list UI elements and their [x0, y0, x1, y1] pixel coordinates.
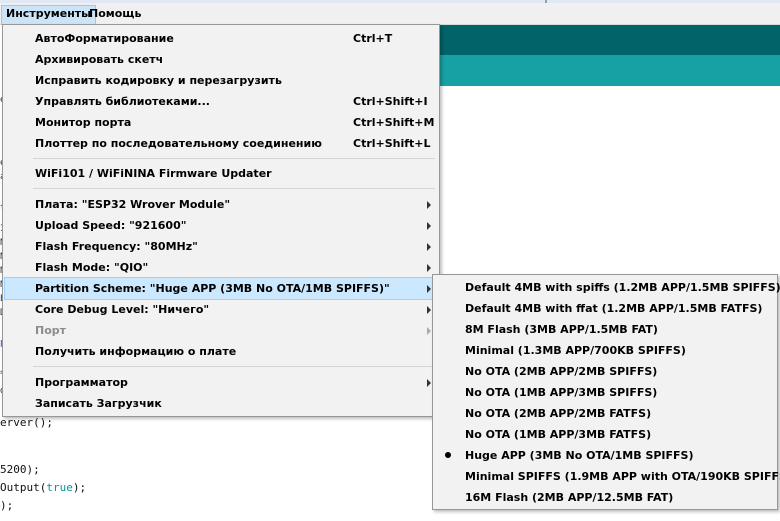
- partition-option-label: No OTA (2MB APP/2MB SPIFFS): [465, 365, 658, 378]
- menu-item-core-debug-level[interactable]: Core Debug Level: "Ничего": [5, 299, 437, 320]
- submenu-arrow-icon: [427, 285, 431, 293]
- menu-item-label: Порт: [35, 324, 67, 337]
- submenu-arrow-icon: [427, 243, 431, 251]
- menu-item-label: Монитор порта: [35, 116, 132, 129]
- menu-separator: [33, 366, 435, 367]
- menu-item-label: Плата: "ESP32 Wrover Module": [35, 198, 231, 211]
- menu-bar: Инструменты Помощь: [0, 0, 780, 25]
- title-edge-mark: [545, 0, 547, 3]
- code-line: 5200);: [0, 463, 40, 476]
- menu-separator: [33, 188, 435, 189]
- menu-item-label: Получить информацию о плате: [35, 345, 237, 358]
- partition-option[interactable]: 8M Flash (3MB APP/1.5MB FAT): [435, 319, 775, 340]
- menu-item-label: Core Debug Level: "Ничего": [35, 303, 210, 316]
- menu-item-serial-monitor[interactable]: Монитор порта Ctrl+Shift+M: [5, 112, 437, 133]
- menu-item-board[interactable]: Плата: "ESP32 Wrover Module": [5, 194, 437, 215]
- menu-item-label: Программатор: [35, 376, 128, 389]
- partition-option[interactable]: Minimal (1.3MB APP/700KB SPIFFS): [435, 340, 775, 361]
- code-line: erver();: [0, 416, 53, 429]
- menu-item-label: Flash Frequency: "80MHz": [35, 240, 198, 253]
- partition-option-label: Minimal SPIFFS (1.9MB APP with OTA/190KB…: [465, 470, 780, 483]
- partition-option-label: 16M Flash (2MB APP/12.5MB FAT): [465, 491, 674, 504]
- menu-item-shortcut: Ctrl+Shift+I: [353, 95, 428, 108]
- partition-option-label: 8M Flash (3MB APP/1.5MB FAT): [465, 323, 658, 336]
- menu-item-autoformat[interactable]: АвтоФорматирование Ctrl+T: [5, 28, 437, 49]
- menu-item-shortcut: Ctrl+Shift+M: [353, 116, 435, 129]
- menu-item-flash-mode[interactable]: Flash Mode: "QIO": [5, 257, 437, 278]
- menu-item-shortcut: Ctrl+T: [353, 32, 393, 45]
- menu-item-label: Плоттер по последовательному соединению: [35, 137, 322, 150]
- code-text: Output(: [0, 481, 47, 494]
- menu-item-archive-sketch[interactable]: Архивировать скетч: [5, 49, 437, 70]
- submenu-arrow-icon: [427, 264, 431, 272]
- editor-tabs-bar: [437, 55, 780, 86]
- submenu-arrow-icon: [427, 379, 431, 387]
- partition-option[interactable]: No OTA (1MB APP/3MB SPIFFS): [435, 382, 775, 403]
- partition-option-label: Default 4MB with ffat (1.2MB APP/1.5MB F…: [465, 302, 763, 315]
- partition-option[interactable]: Default 4MB with ffat (1.2MB APP/1.5MB F…: [435, 298, 775, 319]
- menu-item-burn-bootloader[interactable]: Записать Загрузчик: [5, 393, 437, 414]
- partition-option[interactable]: Default 4MB with spiffs (1.2MB APP/1.5MB…: [435, 277, 780, 298]
- menu-item-label: АвтоФорматирование: [35, 32, 174, 45]
- partition-option-label: Minimal (1.3MB APP/700KB SPIFFS): [465, 344, 686, 357]
- partition-option[interactable]: No OTA (1MB APP/3MB FATFS): [435, 424, 775, 445]
- partition-option[interactable]: Minimal SPIFFS (1.9MB APP with OTA/190KB…: [435, 466, 780, 487]
- code-line: );: [0, 499, 14, 512]
- menu-item-label: Partition Scheme: "Huge APP (3MB No OTA/…: [35, 282, 390, 295]
- partition-scheme-submenu: Default 4MB with spiffs (1.2MB APP/1.5MB…: [432, 274, 780, 510]
- menu-item-serial-plotter[interactable]: Плоттер по последовательному соединению C…: [5, 133, 437, 154]
- submenu-arrow-icon: [427, 327, 431, 335]
- partition-option[interactable]: No OTA (2MB APP/2MB FATFS): [435, 403, 775, 424]
- menu-item-fix-encoding[interactable]: Исправить кодировку и перезагрузить: [5, 70, 437, 91]
- menu-help[interactable]: Помощь: [85, 5, 145, 23]
- partition-option-label: No OTA (1MB APP/3MB FATFS): [465, 428, 652, 441]
- partition-option[interactable]: No OTA (2MB APP/2MB SPIFFS): [435, 361, 775, 382]
- partition-option[interactable]: 16M Flash (2MB APP/12.5MB FAT): [435, 487, 775, 508]
- submenu-arrow-icon: [427, 201, 431, 209]
- menu-item-firmware-updater[interactable]: WiFi101 / WiFiNINA Firmware Updater: [5, 163, 437, 184]
- partition-option-label: Huge APP (3MB No OTA/1MB SPIFFS): [465, 449, 694, 462]
- menu-item-label: Записать Загрузчик: [35, 397, 162, 410]
- menu-item-partition-scheme[interactable]: Partition Scheme: "Huge APP (3MB No OTA/…: [4, 277, 438, 300]
- menu-item-label: WiFi101 / WiFiNINA Firmware Updater: [35, 167, 272, 180]
- window-title-edge: [0, 0, 780, 3]
- partition-option-label: No OTA (1MB APP/3MB SPIFFS): [465, 386, 658, 399]
- radio-selected-icon: [445, 452, 451, 458]
- menu-separator: [33, 158, 435, 159]
- code-keyword: true: [46, 481, 73, 494]
- menu-tools[interactable]: Инструменты: [1, 5, 97, 25]
- menu-item-board-info[interactable]: Получить информацию о плате: [5, 341, 437, 362]
- menu-item-label: Архивировать скетч: [35, 53, 164, 66]
- partition-option-selected[interactable]: Huge APP (3MB No OTA/1MB SPIFFS): [435, 445, 775, 466]
- partition-option-label: Default 4MB with spiffs (1.2MB APP/1.5MB…: [465, 281, 780, 294]
- menu-item-label: Upload Speed: "921600": [35, 219, 187, 232]
- partition-option-label: No OTA (2MB APP/2MB FATFS): [465, 407, 652, 420]
- menu-item-shortcut: Ctrl+Shift+L: [353, 137, 431, 150]
- menu-item-flash-frequency[interactable]: Flash Frequency: "80MHz": [5, 236, 437, 257]
- menu-item-programmer[interactable]: Программатор: [5, 372, 437, 393]
- menu-item-label: Исправить кодировку и перезагрузить: [35, 74, 282, 87]
- tools-menu: АвтоФорматирование Ctrl+T Архивировать ск…: [2, 24, 440, 417]
- code-line: Output(true);: [0, 481, 86, 494]
- submenu-arrow-icon: [427, 222, 431, 230]
- menu-item-label: Flash Mode: "QIO": [35, 261, 149, 274]
- menu-item-manage-libraries[interactable]: Управлять библиотеками... Ctrl+Shift+I: [5, 91, 437, 112]
- menu-item-upload-speed[interactable]: Upload Speed: "921600": [5, 215, 437, 236]
- editor-toolbar: [437, 25, 780, 55]
- menu-item-port[interactable]: Порт: [5, 320, 437, 341]
- code-text: );: [72, 481, 87, 494]
- submenu-arrow-icon: [427, 306, 431, 314]
- menu-item-label: Управлять библиотеками...: [35, 95, 210, 108]
